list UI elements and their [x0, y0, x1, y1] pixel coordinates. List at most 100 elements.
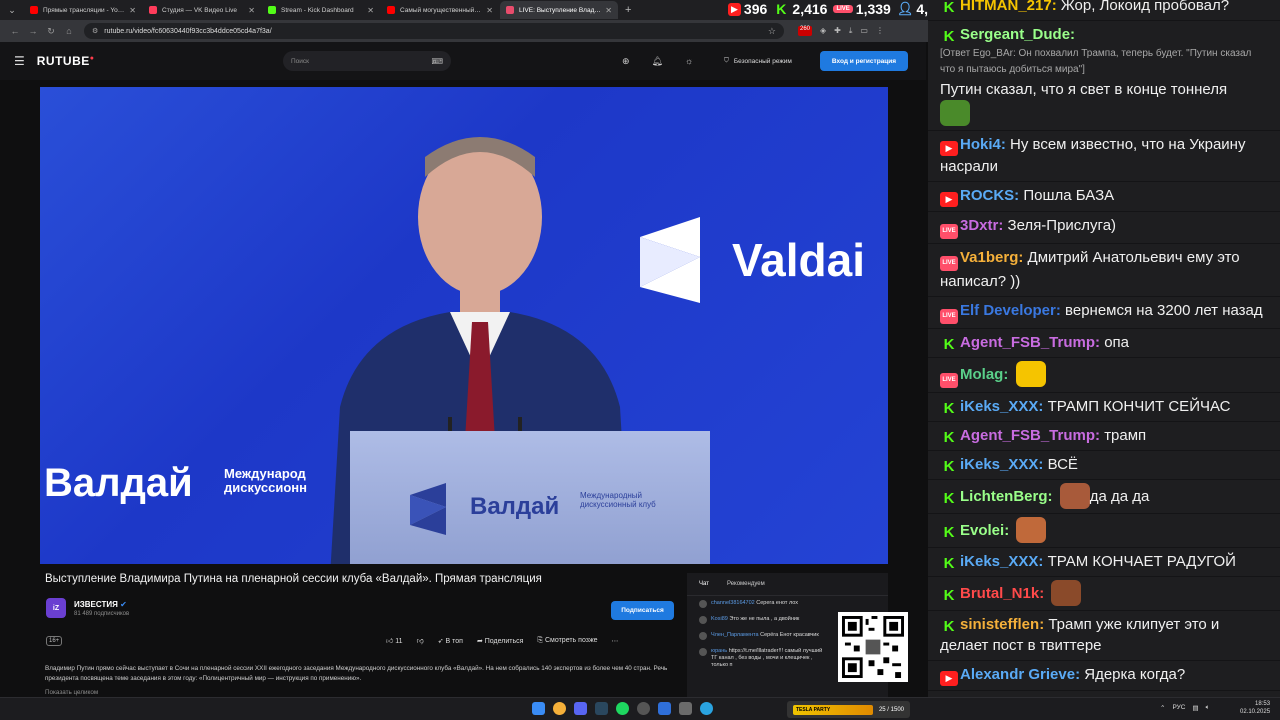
new-tab-button[interactable]: +	[619, 4, 637, 16]
tab-chat[interactable]: Чат	[699, 581, 709, 587]
chat-username[interactable]: Brutal_N1k	[960, 585, 1039, 602]
channel-info[interactable]: iZ ИЗВЕСТИЯ ✔ 81 489 подписчиков	[46, 598, 129, 618]
browser-tab[interactable]: Прямые трансляции - YouTube✕	[24, 1, 142, 19]
chat-text: Пошла БАЗА	[1023, 187, 1115, 204]
chat-username[interactable]: 3Dxtr	[960, 217, 998, 234]
clock[interactable]: 18:53 02.10.2025	[1240, 700, 1270, 716]
tab-close-icon[interactable]: ✕	[605, 6, 612, 15]
chrome-icon[interactable]	[553, 702, 566, 715]
app-icon[interactable]	[658, 702, 671, 715]
mini-chat-user[interactable]: channel38164702	[711, 600, 755, 606]
back-icon[interactable]: ←	[6, 26, 24, 36]
mini-chat-user[interactable]: Член_Парламента	[711, 632, 759, 638]
show-more-link[interactable]: Показать целиком	[45, 689, 98, 696]
chat-username[interactable]: LichtenBerg	[960, 488, 1048, 505]
network-icon[interactable]: ▤	[1192, 704, 1198, 712]
video-description: Владимир Путин прямо сейчас выступает в …	[45, 665, 668, 682]
rutube-logo[interactable]: RUTUBE●	[37, 54, 95, 68]
valdai-left-word: Валдай	[44, 461, 193, 505]
extensions-puzzle-icon[interactable]: ✚	[834, 26, 841, 36]
chat-username[interactable]: Va1berg	[960, 249, 1018, 266]
channel-name-text: ИЗВЕСТИЯ	[74, 599, 118, 609]
chat-text: опа	[1104, 334, 1129, 351]
browser-tab[interactable]: Stream - Kick Dashboard ✕	[262, 1, 380, 19]
chat-username[interactable]: iKeks_XXX	[960, 553, 1038, 570]
goal-widget[interactable]: TESLA PARTY 25 / 1500	[787, 701, 910, 718]
chat-username[interactable]: Agent_FSB_Trump	[960, 427, 1095, 444]
tab-title: Студия — VK Видео Live	[162, 6, 238, 14]
download-icon[interactable]: ⤓	[849, 26, 853, 36]
top-button[interactable]: ➶ В топ	[438, 637, 463, 645]
share-button[interactable]: ➦ Поделиться	[477, 637, 523, 645]
mini-chat-message: channel38164702 Серега енот лох	[687, 596, 888, 612]
browser-tab[interactable]: Студия — VK Видео Live ✕	[143, 1, 261, 19]
tab-close-icon[interactable]: ✕	[367, 6, 374, 15]
bookmark-star-icon[interactable]: ☆	[768, 26, 776, 37]
obs-icon[interactable]	[637, 702, 650, 715]
tray-arrow-icon[interactable]: ⌃	[1160, 704, 1165, 712]
sidebar-icon[interactable]: ▭	[860, 26, 868, 36]
tab-title: Stream - Kick Dashboard	[281, 6, 354, 14]
spotify-icon[interactable]	[616, 702, 629, 715]
extension-badge[interactable]: 260	[798, 26, 813, 36]
chat-username[interactable]: sinistefflen	[960, 616, 1039, 633]
tab-close-icon[interactable]: ✕	[129, 6, 136, 15]
mini-chat-user[interactable]: Kosi89	[711, 616, 728, 622]
browser-tab[interactable]: Самый могущественный чел... ✕	[381, 1, 499, 19]
forward-icon[interactable]: →	[24, 26, 42, 36]
tab-recommended[interactable]: Рекомендуем	[727, 581, 765, 587]
goal-bar: TESLA PARTY	[793, 704, 873, 715]
chat-username[interactable]: Hoki4	[960, 136, 1001, 153]
home-icon[interactable]: ⌂	[60, 26, 78, 36]
chat-username[interactable]: Elf Developer	[960, 302, 1056, 319]
tab-search-icon[interactable]: ⌄	[0, 0, 24, 20]
volume-icon[interactable]: 🔈︎	[1206, 704, 1210, 712]
chat-message: LIVE Va1berg: Дмитрий Анатольевич ему это…	[928, 244, 1280, 297]
menu-dots-icon[interactable]: ⋮	[876, 26, 884, 36]
watch-later-button[interactable]: ⎘ Смотреть позже	[537, 637, 597, 645]
files-icon[interactable]	[679, 702, 692, 715]
system-tray: ⌃ РУС ▤ 🔈︎	[1160, 704, 1210, 712]
channel-avatar[interactable]: iZ	[46, 598, 66, 618]
like-button[interactable]: 👍︎ 11	[386, 636, 403, 645]
chat-username[interactable]: iKeks_XXX	[960, 398, 1038, 415]
notifications-bell-icon[interactable]: 🔔︎	[652, 56, 663, 67]
video-player[interactable]: Valdai Валдай Международный дискуссионны…	[40, 87, 888, 564]
login-button[interactable]: Вход и регистрация	[820, 51, 908, 71]
chat-username[interactable]: Agent_FSB_Trump	[960, 334, 1095, 351]
more-icon[interactable]: ⋯	[612, 637, 619, 645]
tab-close-icon[interactable]: ✕	[248, 6, 255, 15]
telegram-icon[interactable]	[700, 702, 713, 715]
dislike-icon[interactable]: 👎︎	[417, 636, 424, 645]
browser-tab[interactable]: LIVE: Выступление Владим... ✕	[500, 1, 618, 19]
extension-icon[interactable]: ◈	[820, 26, 826, 36]
reload-icon[interactable]: ↻	[42, 26, 60, 37]
chat-username[interactable]: Evolei	[960, 522, 1004, 539]
chat-username[interactable]: Sergeant_Dude	[960, 26, 1070, 43]
discord-icon[interactable]	[574, 702, 587, 715]
theme-sun-icon[interactable]: ☼	[685, 56, 693, 67]
chat-username[interactable]: ROCKS	[960, 187, 1014, 204]
chat-username[interactable]: iKeks_XXX	[960, 456, 1038, 473]
tab-close-icon[interactable]: ✕	[486, 6, 493, 15]
site-info-icon[interactable]: ⚙	[92, 27, 98, 35]
chat-username[interactable]: Molag	[960, 366, 1003, 383]
upload-icon[interactable]: ⊕	[622, 56, 630, 67]
language-indicator[interactable]: РУС	[1172, 704, 1185, 712]
steam-icon[interactable]	[595, 702, 608, 715]
safe-mode-label: Безопасный режим	[733, 57, 792, 65]
address-bar[interactable]: ⚙ rutube.ru/video/fc60630440f93cc3b4ddce…	[84, 23, 784, 39]
search-icon[interactable]: ⌕	[432, 56, 437, 67]
subscribe-button[interactable]: Подписаться	[611, 601, 674, 620]
menu-hamburger-icon[interactable]: ☰	[14, 54, 25, 68]
safe-mode-toggle[interactable]: ⛉ Безопасный режим	[724, 57, 792, 65]
tab-title: Самый могущественный чел...	[400, 6, 482, 14]
chat-tabs: Чат Рекомендуем	[687, 573, 888, 596]
name-colon: :	[1095, 334, 1101, 351]
start-icon[interactable]	[532, 702, 545, 715]
chat-username[interactable]: HITMAN_217	[960, 0, 1052, 14]
mini-chat-user[interactable]: юрань	[711, 648, 727, 654]
search-input[interactable]: Поиск ⌨	[283, 51, 451, 71]
channel-name[interactable]: ИЗВЕСТИЯ ✔	[74, 600, 129, 609]
chat-username[interactable]: Alexandr Grieve	[960, 666, 1075, 683]
